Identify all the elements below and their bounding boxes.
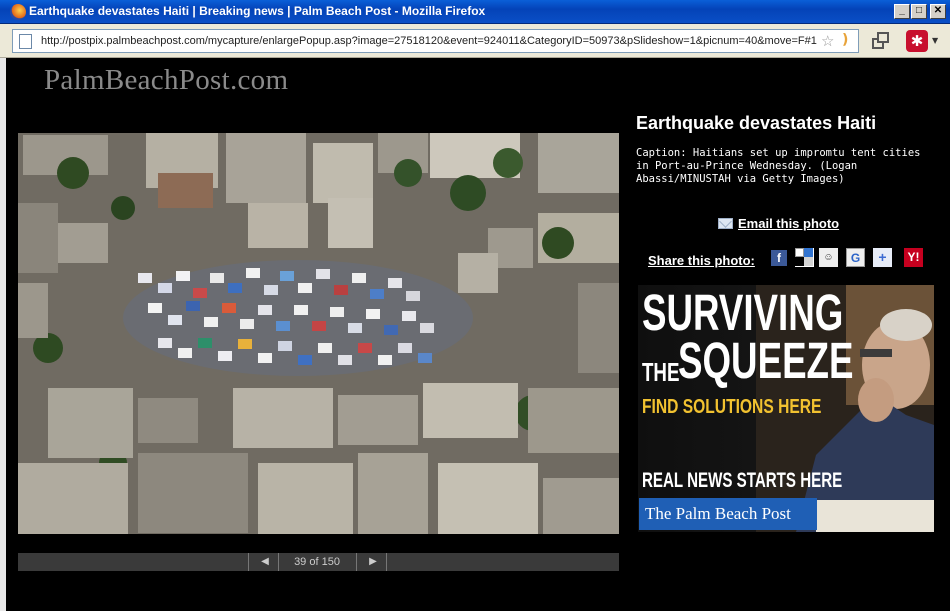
photo-caption: Caption: Haitians set up impromtu tent c…: [636, 147, 921, 185]
main-photo: [18, 133, 619, 534]
digg-share-icon[interactable]: ☺: [819, 248, 838, 267]
yahoo-share-icon[interactable]: Y!: [904, 248, 923, 267]
yahoo-buzz-share-icon[interactable]: +: [873, 248, 892, 267]
ad-headline-the: THE: [642, 357, 680, 387]
photo-headline: Earthquake devastates Haiti: [636, 113, 877, 133]
divider: [248, 553, 249, 571]
divider: [386, 553, 387, 571]
window-titlebar: Earthquake devastates Haiti | Breaking n…: [0, 0, 950, 24]
divider: [278, 553, 279, 571]
ad-tagline: REAL NEWS STARTS HERE: [642, 469, 843, 492]
url-bar[interactable]: http://postpix.palmbeachpost.com/mycaptu…: [12, 29, 859, 53]
background-window-edge: [0, 58, 6, 611]
navigation-toolbar: http://postpix.palmbeachpost.com/mycaptu…: [0, 24, 950, 58]
slideshow-controls: ◀ 39 of 150 ▶: [18, 553, 619, 571]
previous-photo-button[interactable]: ◀: [258, 555, 272, 569]
minimize-button[interactable]: _: [894, 4, 910, 19]
page-icon: [19, 34, 32, 49]
divider: [356, 553, 357, 571]
advertisement-banner[interactable]: SURVIVING THE SQUEEZE FIND SOLUTIONS HER…: [638, 285, 934, 532]
envelope-icon[interactable]: [718, 218, 733, 229]
maximize-button[interactable]: □: [911, 4, 927, 19]
ad-headline-line2: SQUEEZE: [678, 332, 854, 389]
close-button[interactable]: ✕: [930, 4, 946, 19]
ad-call-to-action: FIND SOLUTIONS HERE: [642, 396, 822, 418]
window-title: Earthquake devastates Haiti | Breaking n…: [29, 4, 486, 18]
delicious-share-icon[interactable]: [795, 248, 814, 267]
next-photo-button[interactable]: ▶: [366, 555, 380, 569]
share-label: Share this photo:: [648, 253, 755, 268]
ad-brand-logo: The Palm Beach Post: [639, 498, 817, 530]
dropdown-icon[interactable]: ▼: [932, 36, 938, 45]
restore-window-icon[interactable]: [868, 29, 892, 53]
email-photo-row[interactable]: Email this photo: [718, 213, 839, 231]
email-photo-link[interactable]: Email this photo: [738, 216, 839, 231]
addon-icon[interactable]: ✱: [906, 30, 928, 52]
firefox-icon: [10, 4, 26, 20]
google-share-icon[interactable]: G: [846, 248, 865, 267]
facebook-share-icon[interactable]: f: [771, 250, 787, 266]
rss-icon[interactable]: ): [842, 32, 848, 48]
url-text[interactable]: http://postpix.palmbeachpost.com/mycaptu…: [41, 35, 821, 47]
site-logo[interactable]: PalmBeachPost.com: [44, 64, 288, 97]
photo-counter: 39 of 150: [294, 556, 340, 568]
bookmark-star-icon[interactable]: ☆: [821, 32, 834, 50]
aerial-photo-illustration: [18, 133, 619, 534]
